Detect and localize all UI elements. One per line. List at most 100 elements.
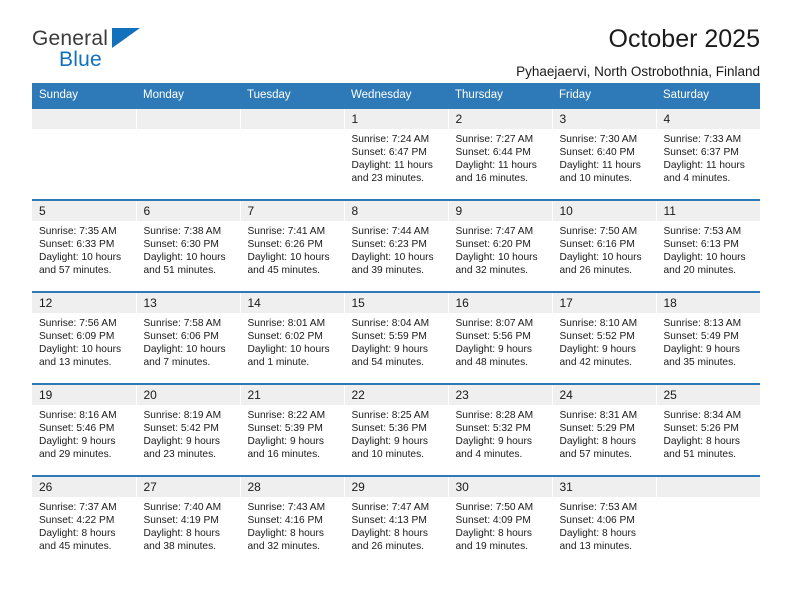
calendar-day-cell[interactable]: 10 Sunrise: 7:50 AM Sunset: 6:16 PM Dayligh… <box>552 199 657 292</box>
daylight-duration-line-2: and 19 minutes. <box>455 541 529 553</box>
daylight-duration-line-2: and 26 minutes. <box>559 265 633 277</box>
daylight-duration-line-1: Daylight: 9 hours <box>39 436 116 448</box>
day-details: Sunrise: 8:25 AM Sunset: 5:36 PM Daylight:… <box>345 405 448 461</box>
weekday-header-monday: Monday <box>136 83 240 108</box>
general-blue-logo[interactable]: General Blue <box>32 24 152 76</box>
calendar-day-cell[interactable]: 17 Sunrise: 8:10 AM Sunset: 5:52 PM Dayligh… <box>552 291 657 384</box>
sunset-time: Sunset: 6:06 PM <box>143 331 219 343</box>
daylight-duration-line-2: and 57 minutes. <box>39 265 112 277</box>
daylight-duration-line-1: Daylight: 10 hours <box>143 344 226 356</box>
day-details: Sunrise: 7:38 AM Sunset: 6:30 PM Daylight:… <box>137 221 240 277</box>
sunrise-time: Sunrise: 7:56 AM <box>39 318 117 329</box>
calendar-cell-empty <box>32 107 137 200</box>
day-details <box>32 129 136 133</box>
calendar-day-cell[interactable]: 11 Sunrise: 7:53 AM Sunset: 6:13 PM Dayligh… <box>656 199 761 292</box>
day-number: 17 <box>552 293 656 313</box>
calendar-day-cell[interactable]: 29 Sunrise: 7:47 AM Sunset: 4:13 PM Dayligh… <box>344 475 449 567</box>
day-number <box>240 109 344 129</box>
calendar-day-cell[interactable]: 21 Sunrise: 8:22 AM Sunset: 5:39 PM Dayligh… <box>240 383 345 476</box>
calendar-week-row: 26 Sunrise: 7:37 AM Sunset: 4:22 PM Dayligh… <box>32 475 760 567</box>
daylight-duration-line-1: Daylight: 9 hours <box>455 344 532 356</box>
weekday-header-saturday: Saturday <box>656 83 760 108</box>
day-number: 20 <box>136 385 240 405</box>
daylight-duration-line-2: and 38 minutes. <box>143 541 217 553</box>
day-number: 3 <box>552 109 656 129</box>
calendar-day-cell[interactable]: 20 Sunrise: 8:19 AM Sunset: 5:42 PM Dayligh… <box>136 383 241 476</box>
calendar-day-cell[interactable]: 1 Sunrise: 7:24 AM Sunset: 6:47 PM Daylight… <box>344 107 449 200</box>
calendar-day-cell[interactable]: 31 Sunrise: 7:53 AM Sunset: 4:06 PM Dayligh… <box>552 475 657 567</box>
calendar-day-cell[interactable]: 2 Sunrise: 7:27 AM Sunset: 6:44 PM Daylight… <box>448 107 553 200</box>
day-number <box>656 477 760 497</box>
calendar-day-cell[interactable]: 8 Sunrise: 7:44 AM Sunset: 6:23 PM Daylight… <box>344 199 449 292</box>
calendar-day-cell[interactable]: 16 Sunrise: 8:07 AM Sunset: 5:56 PM Dayligh… <box>448 291 553 384</box>
calendar-day-cell[interactable]: 9 Sunrise: 7:47 AM Sunset: 6:20 PM Daylight… <box>448 199 553 292</box>
day-number: 18 <box>656 293 760 313</box>
calendar-day-cell[interactable]: 7 Sunrise: 7:41 AM Sunset: 6:26 PM Daylight… <box>240 199 345 292</box>
daylight-duration-line-1: Daylight: 8 hours <box>247 528 324 540</box>
daylight-duration-line-1: Daylight: 8 hours <box>143 528 220 540</box>
calendar-day-cell[interactable]: 22 Sunrise: 8:25 AM Sunset: 5:36 PM Dayligh… <box>344 383 449 476</box>
day-number: 12 <box>32 293 136 313</box>
day-details: Sunrise: 7:47 AM Sunset: 6:20 PM Daylight:… <box>449 221 552 277</box>
day-details: Sunrise: 8:07 AM Sunset: 5:56 PM Daylight:… <box>449 313 552 369</box>
sunset-time: Sunset: 5:46 PM <box>39 423 115 435</box>
weekday-header-thursday: Thursday <box>448 83 552 108</box>
weekday-header-tuesday: Tuesday <box>240 83 344 108</box>
sunset-time: Sunset: 4:19 PM <box>143 515 219 527</box>
calendar-day-cell[interactable]: 26 Sunrise: 7:37 AM Sunset: 4:22 PM Dayligh… <box>32 475 137 567</box>
day-details: Sunrise: 7:44 AM Sunset: 6:23 PM Daylight:… <box>345 221 448 277</box>
calendar-day-cell[interactable]: 15 Sunrise: 8:04 AM Sunset: 5:59 PM Dayligh… <box>344 291 449 384</box>
title-block: October 2025 Pyhaejaervi, North Ostrobot… <box>516 24 760 81</box>
calendar-day-cell[interactable]: 27 Sunrise: 7:40 AM Sunset: 4:19 PM Dayligh… <box>136 475 241 567</box>
daylight-duration-line-1: Daylight: 10 hours <box>143 252 226 264</box>
calendar-day-cell[interactable]: 3 Sunrise: 7:30 AM Sunset: 6:40 PM Daylight… <box>552 107 657 200</box>
day-number: 1 <box>344 109 448 129</box>
sunset-time: Sunset: 4:13 PM <box>351 515 427 527</box>
daylight-duration-line-2: and 4 minutes. <box>663 173 731 185</box>
calendar-day-cell[interactable]: 12 Sunrise: 7:56 AM Sunset: 6:09 PM Dayligh… <box>32 291 137 384</box>
calendar-day-cell[interactable]: 23 Sunrise: 8:28 AM Sunset: 5:32 PM Dayligh… <box>448 383 553 476</box>
day-number: 21 <box>240 385 344 405</box>
day-details: Sunrise: 7:35 AM Sunset: 6:33 PM Daylight:… <box>32 221 136 277</box>
daylight-duration-line-2: and 13 minutes. <box>559 541 633 553</box>
day-number: 22 <box>344 385 448 405</box>
page-header: General Blue October 2025 Pyhaejaervi, N… <box>32 0 760 79</box>
daylight-duration-line-2: and 48 minutes. <box>455 357 529 369</box>
sunrise-time: Sunrise: 7:53 AM <box>559 502 638 513</box>
daylight-duration-line-2: and 23 minutes. <box>143 449 217 461</box>
sunrise-time: Sunrise: 7:30 AM <box>559 134 638 145</box>
calendar-day-cell[interactable]: 6 Sunrise: 7:38 AM Sunset: 6:30 PM Daylight… <box>136 199 241 292</box>
day-details: Sunrise: 7:53 AM Sunset: 6:13 PM Daylight:… <box>657 221 761 277</box>
calendar-day-cell[interactable]: 5 Sunrise: 7:35 AM Sunset: 6:33 PM Daylight… <box>32 199 137 292</box>
sunset-time: Sunset: 5:26 PM <box>663 423 739 435</box>
sunset-time: Sunset: 5:29 PM <box>559 423 635 435</box>
calendar-week-row: 1 Sunrise: 7:24 AM Sunset: 6:47 PM Daylight… <box>32 107 760 200</box>
day-details: Sunrise: 8:10 AM Sunset: 5:52 PM Daylight:… <box>553 313 656 369</box>
day-number: 11 <box>656 201 760 221</box>
logo-text-blue: Blue <box>59 48 102 71</box>
weekday-header-wednesday: Wednesday <box>344 83 448 108</box>
daylight-duration-line-2: and 1 minute. <box>247 357 310 369</box>
sunset-time: Sunset: 4:09 PM <box>455 515 531 527</box>
calendar-day-cell[interactable]: 24 Sunrise: 8:31 AM Sunset: 5:29 PM Dayligh… <box>552 383 657 476</box>
weekday-header-friday: Friday <box>552 83 656 108</box>
calendar-day-cell[interactable]: 19 Sunrise: 8:16 AM Sunset: 5:46 PM Dayligh… <box>32 383 137 476</box>
calendar-day-cell[interactable]: 4 Sunrise: 7:33 AM Sunset: 6:37 PM Daylight… <box>656 107 760 200</box>
sunset-time: Sunset: 5:59 PM <box>351 331 427 343</box>
sunset-time: Sunset: 5:39 PM <box>247 423 323 435</box>
calendar-day-cell[interactable]: 13 Sunrise: 7:58 AM Sunset: 6:06 PM Dayligh… <box>136 291 241 384</box>
calendar-day-cell[interactable]: 14 Sunrise: 8:01 AM Sunset: 6:02 PM Dayligh… <box>240 291 345 384</box>
daylight-duration-line-2: and 16 minutes. <box>247 449 321 461</box>
daylight-duration-line-2: and 42 minutes. <box>559 357 633 369</box>
calendar-day-cell[interactable]: 18 Sunrise: 8:13 AM Sunset: 5:49 PM Dayligh… <box>656 291 760 384</box>
daylight-duration-line-1: Daylight: 8 hours <box>559 436 636 448</box>
calendar-day-cell[interactable]: 30 Sunrise: 7:50 AM Sunset: 4:09 PM Dayligh… <box>448 475 553 567</box>
sunset-time: Sunset: 5:32 PM <box>455 423 531 435</box>
sunset-time: Sunset: 5:42 PM <box>143 423 219 435</box>
calendar-day-cell[interactable]: 28 Sunrise: 7:43 AM Sunset: 4:16 PM Dayligh… <box>240 475 345 567</box>
daylight-duration-line-1: Daylight: 9 hours <box>351 344 428 356</box>
daylight-duration-line-1: Daylight: 9 hours <box>351 436 428 448</box>
calendar-day-cell[interactable]: 25 Sunrise: 8:34 AM Sunset: 5:26 PM Dayligh… <box>656 383 760 476</box>
page-title: October 2025 <box>608 25 761 53</box>
daylight-duration-line-1: Daylight: 9 hours <box>143 436 220 448</box>
